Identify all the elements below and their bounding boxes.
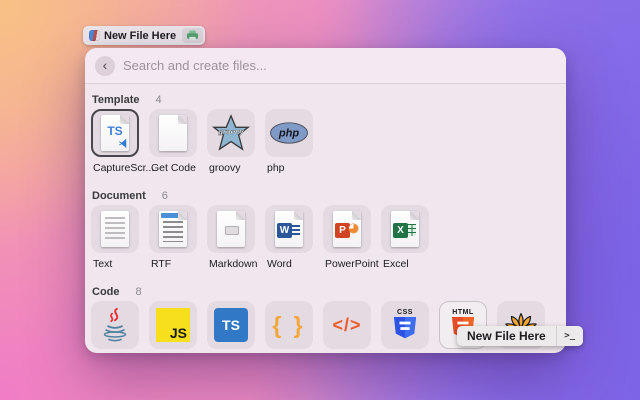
badge-label: New File Here	[104, 30, 176, 42]
section-template: Template 4 TS	[91, 94, 560, 174]
section-document-header: Document 6	[91, 190, 560, 202]
document-item-excel[interactable]: X	[381, 205, 429, 253]
item-label: Word	[265, 258, 313, 270]
printer-button[interactable]	[182, 28, 203, 43]
document-item-markdown[interactable]	[207, 205, 255, 253]
item-label: PowerPoint	[323, 258, 371, 270]
quick-create-panel: ‹ Template 4 TS	[85, 48, 566, 353]
new-file-here-badge[interactable]: New File Here	[83, 26, 205, 45]
printer-icon	[186, 30, 199, 41]
template-item-php[interactable]: php	[265, 109, 313, 157]
item-label: Text	[91, 258, 139, 270]
blank-file-icon	[159, 115, 187, 151]
rtf-file-icon	[159, 211, 187, 247]
item-label: Markdown	[207, 258, 255, 270]
section-title: Template	[92, 94, 139, 106]
section-title: Document	[92, 190, 146, 202]
code-item-xml[interactable]: </>	[323, 301, 371, 349]
section-count: 8	[136, 286, 142, 298]
section-count: 4	[155, 94, 161, 106]
java-icon	[96, 305, 134, 345]
search-input[interactable]	[123, 58, 556, 73]
code-item-json[interactable]: { }	[265, 301, 313, 349]
groovy-star-icon: groovy	[210, 113, 252, 153]
section-document: Document 6 Text	[91, 190, 560, 270]
item-label: RTF	[149, 258, 197, 270]
item-label: CaptureScr...	[91, 162, 139, 174]
item-label: Excel	[381, 258, 429, 270]
code-item-css[interactable]: CSS	[381, 301, 429, 349]
text-file-icon	[101, 211, 129, 247]
document-item-rtf[interactable]	[149, 205, 197, 253]
section-title: Code	[92, 286, 120, 298]
document-item-powerpoint[interactable]: P	[323, 205, 371, 253]
section-template-header: Template 4	[91, 94, 560, 106]
powerpoint-icon: P	[333, 211, 361, 247]
vscode-icon	[118, 138, 129, 149]
back-chevron-icon: ‹	[103, 56, 108, 74]
section-code-header: Code 8	[91, 286, 560, 298]
json-braces-icon: { }	[272, 312, 305, 339]
template-item-capturescreen[interactable]: TS	[91, 109, 139, 157]
code-item-typescript[interactable]: TS	[207, 301, 255, 349]
svg-text:groovy: groovy	[217, 127, 244, 136]
excel-icon: X	[391, 211, 419, 247]
app-icon	[89, 30, 100, 41]
xml-code-icon: </>	[332, 315, 361, 336]
document-item-word[interactable]: W	[265, 205, 313, 253]
document-item-text[interactable]	[91, 205, 139, 253]
typescript-file-icon: TS	[101, 115, 129, 151]
svg-text:php: php	[278, 128, 300, 140]
search-bar: ‹	[85, 48, 566, 84]
back-button[interactable]: ‹	[95, 56, 115, 76]
terminal-icon: >_	[557, 326, 583, 346]
css3-icon: CSS	[392, 309, 418, 341]
template-item-getcode[interactable]	[149, 109, 197, 157]
typescript-icon: TS	[214, 308, 248, 342]
template-tiles: TS CaptureScr... Get Code	[91, 109, 560, 174]
item-label: groovy	[207, 162, 255, 174]
desktop-background: New File Here ‹ Template 4	[0, 0, 640, 400]
panel-body: Template 4 TS	[85, 84, 566, 349]
template-item-groovy[interactable]: groovy	[207, 109, 255, 157]
new-file-here-tooltip[interactable]: New File Here >_	[457, 326, 583, 346]
item-label: php	[265, 162, 313, 174]
code-item-java[interactable]	[91, 301, 139, 349]
code-item-javascript[interactable]: JS	[149, 301, 197, 349]
section-count: 6	[162, 190, 168, 202]
tooltip-label: New File Here	[457, 329, 556, 343]
word-icon: W	[275, 211, 303, 247]
document-tiles: Text RTF	[91, 205, 560, 270]
php-icon: php	[268, 121, 310, 145]
markdown-file-icon	[217, 211, 245, 247]
javascript-icon: JS	[156, 308, 190, 342]
item-label: Get Code	[149, 162, 197, 174]
